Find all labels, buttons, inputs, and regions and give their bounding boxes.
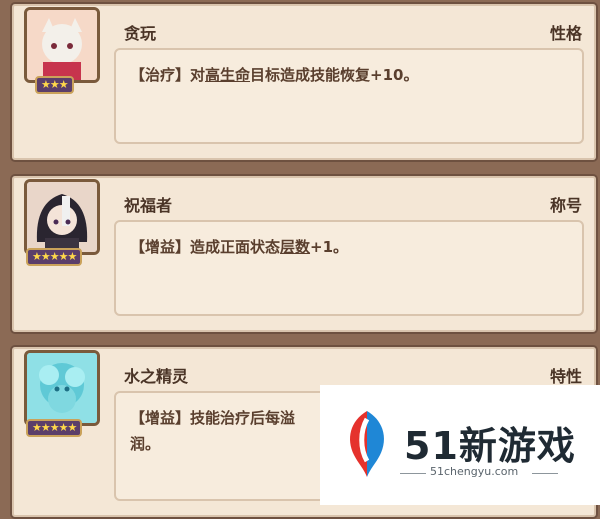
character-portrait-1 [24,7,100,83]
divider [400,473,426,474]
trait-name-3: 水之精灵 [124,367,189,386]
star-rating-3: ★★★★★ [26,419,83,437]
trait-name-1: 贪玩 [124,24,157,43]
trait-description-box-2: 【增益】造成正面状态层数+1。 [114,220,584,316]
desc-text: 【治疗】对 [130,66,206,84]
divider [532,473,558,474]
star-rating-2: ★★★★★ [26,248,83,266]
desc-text: +1。 [310,238,349,256]
trait-name-2: 祝福者 [124,196,173,215]
watermark-brand: 51新游戏 [404,424,576,468]
trait-card-1: ★★★ 贪玩 性格 【治疗】对高生命目标造成技能恢复+10。 [10,2,598,162]
trait-description-1: 【治疗】对高生命目标造成技能恢复+10。 [130,62,568,88]
desc-text: 目标造成技能恢复+10。 [250,66,419,84]
trait-description-2: 【增益】造成正面状态层数+1。 [130,234,568,260]
trait-description-box-1: 【治疗】对高生命目标造成技能恢复+10。 [114,48,584,144]
brand-logo-icon [350,411,384,477]
watermark-url: 51chengyu.com [430,465,519,478]
desc-text: 【增益】造成正面状态 [130,238,281,256]
desc-keyword[interactable]: 高生命 [205,66,250,84]
desc-keyword[interactable]: 层数 [280,238,310,256]
star-rating-1: ★★★ [35,76,74,94]
watermark-overlay: 51新游戏 51chengyu.com [320,385,600,505]
trait-card-2: ★★★★★ 祝福者 称号 【增益】造成正面状态层数+1。 [10,174,598,334]
trait-category-1: 性格 [549,24,582,43]
character-portrait-2 [24,179,100,255]
character-portrait-3 [24,350,100,426]
trait-category-3: 特性 [549,367,582,386]
trait-category-2: 称号 [549,196,582,215]
